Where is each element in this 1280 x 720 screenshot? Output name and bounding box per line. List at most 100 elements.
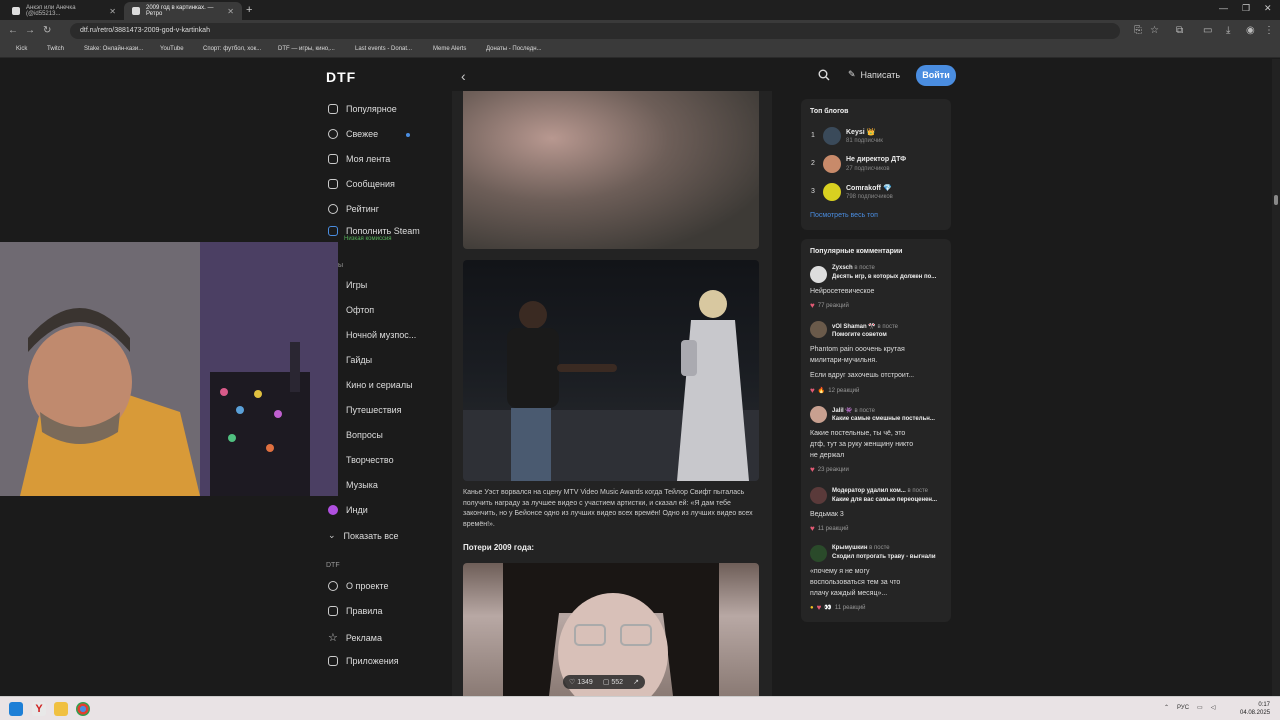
language-indicator[interactable]: РУС (1177, 705, 1189, 711)
comment-reactions[interactable]: ♥ 77 реакций (810, 301, 849, 310)
comment-author[interactable]: Jalil 👾 (832, 408, 853, 414)
volume-icon[interactable]: ◁ (1211, 704, 1216, 711)
blog-name[interactable]: Не директор ДТФ (846, 156, 906, 163)
comment-text[interactable]: «почему я не могу воспользоваться тем за… (810, 566, 940, 599)
comment-text[interactable]: Ведьмак 3 (810, 509, 940, 520)
avatar[interactable] (810, 266, 827, 283)
category-indie[interactable]: Инди (328, 505, 368, 515)
bookmark-donat[interactable]: Last events - Donat... (345, 45, 412, 52)
nav-rules[interactable]: Правила (328, 606, 383, 616)
avatar[interactable] (810, 487, 827, 504)
share-icon[interactable]: ↗ (633, 678, 639, 686)
nav-ads[interactable]: ☆ Реклама (328, 631, 382, 644)
bookmark-twitch[interactable]: Twitch (37, 45, 64, 52)
comment-line: Если вдруг захочешь отстроит... (810, 372, 915, 379)
search-icon[interactable] (818, 69, 830, 81)
scrollbar-thumb[interactable] (1274, 195, 1278, 205)
cast-icon[interactable]: ⎘ (1134, 25, 1142, 36)
chrome-icon[interactable] (76, 702, 90, 716)
comment-text[interactable]: Phantom pain ооочень крутая милитари-муч… (810, 344, 940, 381)
window-close-icon[interactable]: ✕ (1264, 3, 1272, 14)
browser-tab-active[interactable]: 2009 год в картинках. — Ретро ✕ (124, 2, 242, 20)
comment-post-link[interactable]: Сходил потрогать траву - выгнали (832, 554, 936, 560)
reload-icon[interactable]: ↻ (43, 25, 51, 36)
browser-tab[interactable]: Анкэп или Анечка (@id55213... ✕ (4, 2, 124, 20)
comment-post-link[interactable]: Какие самые смешные постельн... (832, 416, 935, 422)
avatar[interactable] (823, 127, 841, 145)
bookmark-meme-alerts[interactable]: Meme Alerts (423, 45, 466, 52)
nav-about[interactable]: О проекте (328, 581, 388, 591)
page-scrollbar[interactable] (1272, 59, 1280, 696)
category-travel[interactable]: Путешествия (328, 405, 402, 415)
comment-text[interactable]: Нейросетевическое (810, 286, 940, 297)
comment-reactions[interactable]: ♥ 11 реакций (810, 524, 848, 533)
comment-post-link[interactable]: Помогите советом (832, 332, 887, 338)
comment-author[interactable]: Крымушкин (832, 545, 867, 551)
profile-icon[interactable]: ◉ (1246, 25, 1255, 36)
close-icon[interactable]: ✕ (227, 7, 234, 16)
donations-icon (476, 45, 483, 52)
nav-steam-topup[interactable]: Пополнить Steam (328, 226, 420, 236)
avatar[interactable] (823, 155, 841, 173)
nav-my-feed[interactable]: Моя лента (328, 154, 390, 164)
nav-apps[interactable]: Приложения (328, 656, 399, 666)
article-image-blurred[interactable] (463, 91, 759, 249)
minimize-icon[interactable]: — (1219, 3, 1228, 13)
network-icon[interactable]: ▭ (1197, 704, 1203, 711)
blog-name[interactable]: Keysi 👑 (846, 128, 875, 136)
nav-rating[interactable]: Рейтинг (328, 204, 379, 214)
comment-text[interactable]: Какие постельные, ты чё, это дтф, тут за… (810, 428, 940, 461)
category-night-music[interactable]: Ночной музпос... (328, 330, 416, 340)
new-tab-button[interactable]: + (246, 4, 252, 16)
file-explorer-icon[interactable] (54, 702, 68, 716)
comment-post-link[interactable]: Десять игр, в которых должен по... (832, 274, 936, 280)
site-logo[interactable]: DTF (326, 69, 356, 85)
forward-icon[interactable]: → (25, 25, 35, 36)
nav-messages[interactable]: Сообщения (328, 179, 395, 189)
avatar[interactable] (810, 406, 827, 423)
login-button[interactable]: Войти (916, 65, 956, 86)
maximize-icon[interactable]: ❐ (1242, 3, 1250, 14)
comment-author[interactable]: Zyxsch (832, 265, 853, 271)
blog-name[interactable]: Comrakoff 💎 (846, 184, 892, 192)
yandex-browser-icon[interactable]: Y (32, 702, 46, 716)
back-arrow-icon[interactable]: ‹ (461, 68, 466, 84)
write-button[interactable]: ✎ Написать (848, 69, 900, 80)
category-movies[interactable]: Кино и сериалы (328, 380, 413, 390)
avatar[interactable] (823, 183, 841, 201)
download-icon[interactable]: ⤓ (1226, 25, 1230, 36)
windows-start-icon[interactable] (9, 702, 23, 716)
bookmark-youtube[interactable]: YouTube (150, 45, 184, 52)
nav-fresh[interactable]: Свежее (328, 129, 378, 139)
bookmark-dtf[interactable]: DTF — игры, кино,... (268, 45, 335, 52)
menu-icon[interactable]: ⋮ (1264, 25, 1274, 36)
comment-reactions[interactable]: ● ♥ 👀 11 реакций (810, 603, 866, 612)
url-field[interactable]: dtf.ru/retro/3881473-2009-god-v-kartinka… (70, 23, 1120, 39)
show-all-button[interactable]: ⌄ Показать все (328, 530, 399, 541)
bookmark-donations[interactable]: Донаты - Последн... (476, 45, 542, 52)
nav-popular[interactable]: Популярное (328, 104, 397, 114)
back-icon[interactable]: ← (8, 25, 18, 36)
bookmark-kick[interactable]: Kick (6, 45, 27, 52)
avatar[interactable] (810, 321, 827, 338)
bookmark-stake[interactable]: Stake: Онлайн-кази... (74, 45, 143, 52)
taskbar-clock[interactable]: 0:17 04.08.2025 (1240, 701, 1270, 717)
comments-button[interactable]: ▢ 552 (603, 678, 623, 686)
comment-reactions[interactable]: ♥ 🔥 12 реакций (810, 386, 859, 395)
sidepanel-icon[interactable]: ▭ (1203, 25, 1212, 36)
chevron-up-icon[interactable]: ⌃ (1164, 704, 1169, 711)
bookmark-sport[interactable]: Спорт: футбол, хок... (193, 45, 261, 52)
article-image-vma[interactable] (463, 260, 759, 481)
bookmark-label: DTF — игры, кино,... (278, 45, 335, 52)
extensions-icon[interactable]: ⧉ (1176, 25, 1183, 36)
comment-author[interactable]: Модератор удалил ком... (832, 488, 906, 494)
comment-post-link[interactable]: Какие для вас самые переоценен... (832, 497, 937, 503)
comment-reactions[interactable]: ♥ 23 реакции (810, 465, 849, 474)
comment-author[interactable]: vOl Shaman 🎌 (832, 324, 876, 330)
avatar[interactable] (810, 545, 827, 562)
like-button[interactable]: ♡ 1349 (569, 678, 593, 686)
write-label: Написать (860, 69, 901, 80)
bookmark-star-icon[interactable]: ☆ (1150, 25, 1159, 36)
see-all-top-link[interactable]: Посмотреть весь топ (810, 212, 878, 219)
close-icon[interactable]: ✕ (109, 7, 116, 16)
